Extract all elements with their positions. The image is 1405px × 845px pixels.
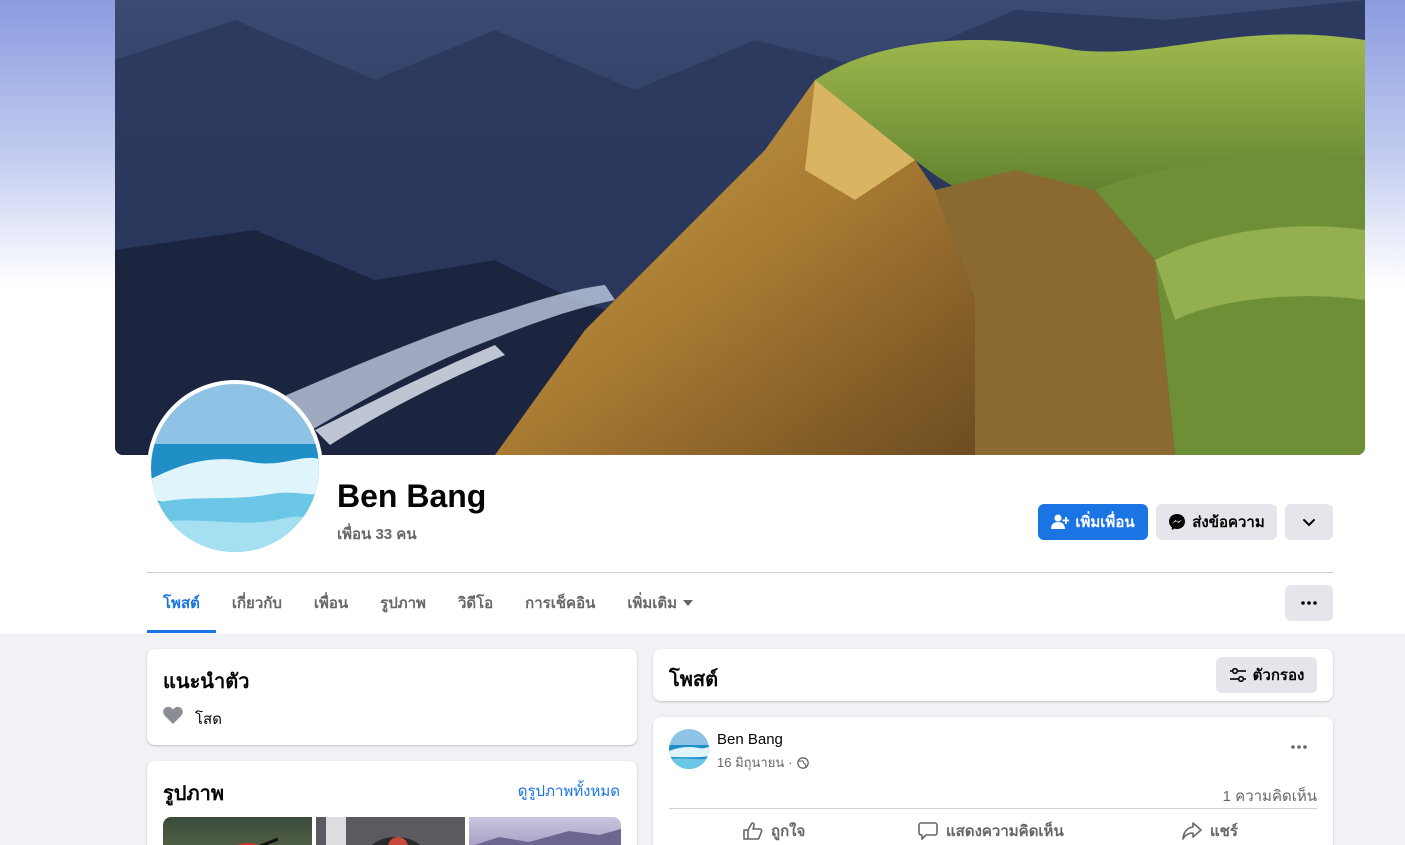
comment-button[interactable]: แสดงความคิดเห็น — [918, 819, 1064, 843]
intro-card: แนะนำตัว โสด — [147, 649, 637, 745]
post-divider — [669, 808, 1317, 809]
relationship-status: โสด — [195, 711, 222, 728]
comment-count[interactable]: 1 ความคิดเห็น — [1223, 784, 1317, 808]
add-friend-label: เพิ่มเพื่อน — [1075, 514, 1135, 531]
profile-name: Ben Bang — [337, 478, 487, 514]
tab-posts[interactable]: โพสต์ — [147, 573, 216, 633]
more-icon — [1301, 601, 1317, 605]
like-button[interactable]: ถูกใจ — [743, 819, 805, 843]
profile-options-button[interactable] — [1285, 504, 1333, 540]
mountain-photo — [475, 829, 621, 845]
cover-landscape-image — [115, 0, 1365, 455]
comment-label: แสดงความคิดเห็น — [946, 823, 1064, 840]
tab-photos[interactable]: รูปภาพ — [364, 573, 442, 633]
post-meta-separator: · — [788, 755, 793, 770]
tab-videos[interactable]: วิดีโอ — [442, 573, 509, 633]
tab-friends[interactable]: เพื่อน — [298, 573, 364, 633]
globe-icon — [796, 756, 809, 769]
post-author-name[interactable]: Ben Bang — [717, 731, 783, 748]
messenger-icon — [1169, 514, 1186, 530]
photo-thumbnail[interactable] — [163, 817, 312, 845]
friend-count[interactable]: เพื่อน 33 คน — [337, 522, 417, 546]
photos-title: รูปภาพ — [163, 783, 225, 805]
caret-down-icon — [683, 600, 694, 606]
avatar-wave-image — [669, 729, 709, 769]
filter-label: ตัวกรอง — [1252, 667, 1305, 684]
post-author-avatar[interactable] — [669, 729, 709, 769]
tab-more[interactable]: เพิ่มเติม — [611, 573, 709, 633]
tab-about-label: เกี่ยวกับ — [231, 595, 282, 612]
profile-avatar[interactable] — [147, 380, 323, 556]
bird-photo — [236, 837, 279, 845]
share-button[interactable]: แชร์ — [1182, 819, 1238, 843]
tab-friends-label: เพื่อน — [313, 595, 349, 612]
more-icon — [1291, 745, 1307, 749]
profile-tabs: โพสต์ เกี่ยวกับ เพื่อน รูปภาพ วิดีโอ การ… — [147, 573, 709, 633]
post-meta: 16 มิถุนายน · — [717, 752, 809, 773]
filter-icon — [1229, 667, 1246, 683]
post-card: Ben Bang 16 มิถุนายน · 1 ความคิดเห็น ถูก… — [653, 717, 1333, 845]
like-icon — [743, 822, 763, 840]
post-date[interactable]: 16 มิถุนายน — [717, 752, 784, 773]
person-photo — [326, 817, 420, 845]
tabs-more-button[interactable] — [1285, 585, 1333, 621]
comment-icon — [918, 822, 938, 840]
share-label: แชร์ — [1210, 823, 1238, 840]
photos-card: รูปภาพ ดูรูปภาพทั้งหมด — [147, 761, 637, 845]
filter-button[interactable]: ตัวกรอง — [1216, 657, 1317, 693]
intro-title: แนะนำตัว — [163, 671, 250, 693]
see-all-photos-link[interactable]: ดูรูปภาพทั้งหมด — [518, 779, 620, 803]
photo-thumbnail[interactable] — [469, 817, 621, 845]
photo-thumbnail[interactable] — [316, 817, 465, 845]
like-label: ถูกใจ — [771, 823, 806, 840]
tab-posts-label: โพสต์ — [163, 595, 200, 612]
tab-checkins[interactable]: การเช็คอิน — [509, 573, 611, 633]
tab-about[interactable]: เกี่ยวกับ — [216, 573, 298, 633]
tab-videos-label: วิดีโอ — [457, 595, 494, 612]
post-options-button[interactable] — [1281, 737, 1317, 757]
add-friend-button[interactable]: เพิ่มเพื่อน — [1038, 504, 1148, 540]
posts-title: โพสต์ — [669, 669, 719, 691]
avatar-wave-image — [151, 384, 319, 552]
add-friend-icon — [1051, 514, 1070, 529]
message-label: ส่งข้อความ — [1192, 514, 1265, 531]
tab-checkins-label: การเช็คอิน — [525, 595, 596, 612]
chevron-down-icon — [1303, 519, 1315, 527]
message-button[interactable]: ส่งข้อความ — [1156, 504, 1277, 540]
tab-more-label: เพิ่มเติม — [627, 595, 678, 612]
tab-photos-label: รูปภาพ — [380, 595, 426, 612]
profile-header: Ben Bang เพื่อน 33 คน เพิ่มเพื่อน ส่งข้อ… — [0, 0, 1405, 634]
heart-icon — [163, 706, 183, 724]
posts-header-card: โพสต์ ตัวกรอง — [653, 649, 1333, 701]
share-icon — [1182, 822, 1202, 840]
cover-photo[interactable] — [115, 0, 1365, 455]
